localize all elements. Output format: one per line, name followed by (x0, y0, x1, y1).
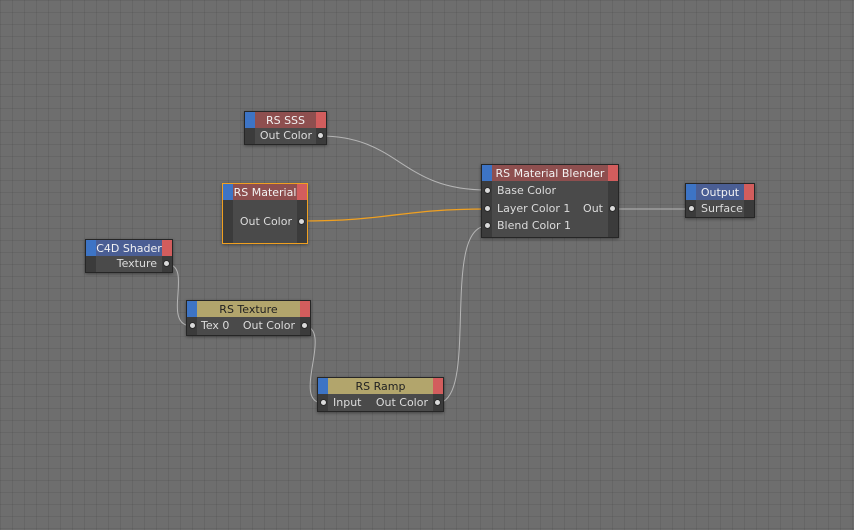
node-output-tab[interactable] (744, 184, 754, 200)
output-port-out-color[interactable] (317, 132, 324, 139)
output-port-out-color[interactable] (301, 322, 308, 329)
wire-sss-to-base-color[interactable] (319, 135, 488, 191)
output-port-texture[interactable] (163, 260, 170, 267)
port-label-texture: Texture (116, 257, 157, 270)
node-left-gutter (223, 200, 233, 243)
output-port-out-color[interactable] (298, 218, 305, 225)
input-port-layer-color-1[interactable] (484, 205, 491, 212)
input-port-blend-color-1[interactable] (484, 222, 491, 229)
wire-material-to-layer-color[interactable] (300, 208, 488, 222)
node-c4d-shader[interactable]: C4D Shader Texture (85, 239, 173, 273)
node-input-tab[interactable] (318, 378, 328, 394)
node-input-tab[interactable] (86, 240, 96, 256)
input-port-input[interactable] (320, 399, 327, 406)
wire-ramp-to-blend-color[interactable] (436, 225, 488, 404)
port-label-input: Input (333, 396, 362, 409)
node-header[interactable]: RS Ramp (318, 378, 443, 394)
node-right-gutter (744, 200, 754, 217)
input-port-tex0[interactable] (189, 322, 196, 329)
port-label-base-color: Base Color (497, 184, 557, 197)
node-input-tab[interactable] (187, 301, 197, 317)
node-header[interactable]: RS Material Blender (482, 165, 618, 181)
port-label-blend-color-1: Blend Color 1 (497, 219, 572, 232)
input-port-base-color[interactable] (484, 187, 491, 194)
node-input-tab[interactable] (482, 165, 492, 181)
node-output-tab[interactable] (433, 378, 443, 394)
port-label-out: Out (583, 202, 603, 215)
input-port-surface[interactable] (688, 205, 695, 212)
output-port-out[interactable] (609, 205, 616, 212)
port-label-out-color: Out Color (239, 215, 292, 228)
node-title: RS Material (233, 185, 297, 199)
port-label-tex0: Tex 0 (201, 319, 230, 332)
node-title: RS SSS (265, 113, 306, 127)
node-rs-sss[interactable]: RS SSS Out Color (244, 111, 327, 145)
node-left-gutter (86, 256, 96, 272)
node-output[interactable]: Output Surface (685, 183, 755, 218)
node-output-tab[interactable] (300, 301, 310, 317)
port-label-surface: Surface (701, 202, 743, 215)
node-rs-texture[interactable]: RS Texture Tex 0 Out Color (186, 300, 311, 336)
node-output-tab[interactable] (297, 184, 307, 200)
node-input-tab[interactable] (245, 112, 255, 128)
node-header[interactable]: RS SSS (245, 112, 326, 128)
node-input-tab[interactable] (223, 184, 233, 200)
node-header[interactable]: C4D Shader (86, 240, 172, 256)
port-label-layer-color-1: Layer Color 1 (497, 202, 571, 215)
node-title: C4D Shader (96, 241, 162, 255)
node-header[interactable]: RS Texture (187, 301, 310, 317)
node-input-tab[interactable] (686, 184, 696, 200)
node-title: RS Material Blender (495, 166, 605, 180)
node-header[interactable]: RS Material (223, 184, 307, 200)
node-output-tab[interactable] (608, 165, 618, 181)
node-header[interactable]: Output (686, 184, 754, 200)
node-output-tab[interactable] (316, 112, 326, 128)
output-port-out-color[interactable] (434, 399, 441, 406)
node-title: Output (700, 185, 740, 199)
port-label-out-color: Out Color (259, 129, 312, 142)
node-left-gutter (245, 128, 255, 144)
node-title: RS Texture (219, 302, 278, 316)
port-label-out-color: Out Color (375, 396, 428, 409)
node-rs-material[interactable]: RS Material Out Color (222, 183, 308, 244)
node-output-tab[interactable] (162, 240, 172, 256)
node-rs-material-blender[interactable]: RS Material Blender Base Color Layer Col… (481, 164, 619, 238)
port-label-out-color: Out Color (242, 319, 295, 332)
node-title: RS Ramp (355, 379, 406, 393)
node-rs-ramp[interactable]: RS Ramp Input Out Color (317, 377, 444, 412)
